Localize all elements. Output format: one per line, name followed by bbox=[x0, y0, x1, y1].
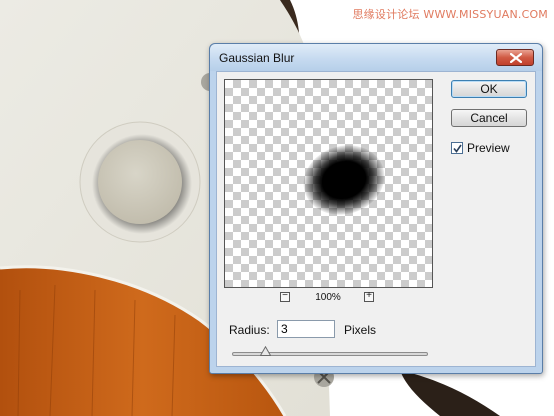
gaussian-blur-dialog: Gaussian Blur − 100% + OK Cancel Preview… bbox=[209, 43, 543, 374]
radius-unit-label: Pixels bbox=[344, 323, 377, 337]
zoom-level: 100% bbox=[315, 292, 341, 303]
plus-icon: + bbox=[366, 290, 372, 301]
zoom-out-button[interactable]: − bbox=[280, 290, 290, 302]
blur-preview-area[interactable] bbox=[224, 79, 433, 288]
checkmark-icon bbox=[453, 144, 462, 153]
ok-button[interactable]: OK bbox=[451, 80, 527, 98]
dialog-title: Gaussian Blur bbox=[219, 51, 295, 65]
cancel-button[interactable]: Cancel bbox=[451, 109, 527, 127]
dialog-body: − 100% + OK Cancel Preview Radius: Pixel… bbox=[216, 71, 536, 367]
close-icon bbox=[510, 53, 522, 63]
zoom-in-button[interactable]: + bbox=[364, 290, 374, 302]
zoom-controls: − 100% + bbox=[224, 290, 431, 306]
close-button[interactable] bbox=[496, 49, 534, 66]
blurred-shape-preview bbox=[294, 134, 394, 226]
dialog-titlebar[interactable]: Gaussian Blur bbox=[210, 44, 542, 71]
minus-icon: − bbox=[282, 290, 288, 301]
radius-slider-thumb[interactable] bbox=[259, 346, 271, 356]
watermark-text: 思缘设计论坛 WWW.MISSYUAN.COM bbox=[352, 8, 548, 21]
preview-checkbox[interactable] bbox=[451, 142, 463, 154]
radius-input[interactable] bbox=[277, 320, 335, 338]
radius-label: Radius: bbox=[229, 323, 270, 337]
preview-label[interactable]: Preview bbox=[467, 141, 510, 155]
